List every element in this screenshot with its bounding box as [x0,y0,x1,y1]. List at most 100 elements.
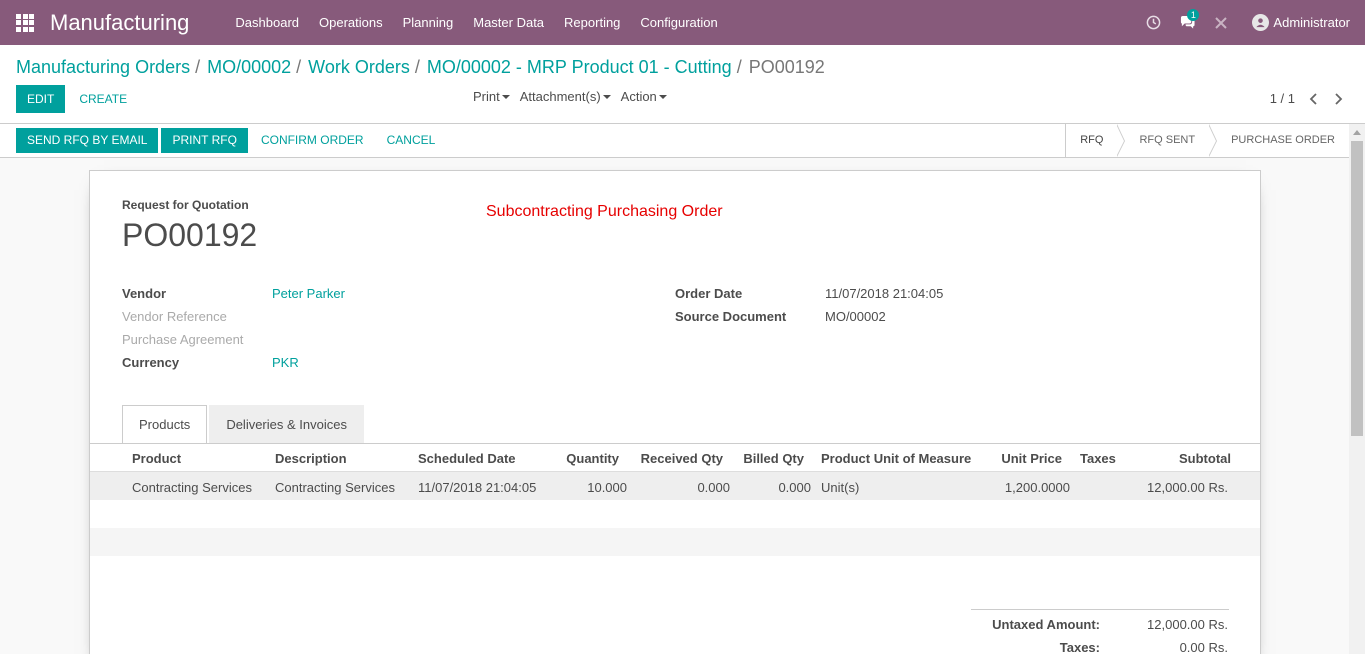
column-subtotal[interactable]: Subtotal [1130,451,1231,466]
taxes-label: Taxes: [1059,640,1100,654]
messaging-button[interactable]: 1 [1170,0,1204,45]
breadcrumb-separator: / [195,57,201,77]
column-product[interactable]: Product [132,451,181,466]
breadcrumb-manufacturing-orders[interactable]: Manufacturing Orders [16,57,190,78]
user-name: Administrator [1273,15,1350,30]
user-avatar-icon [1256,18,1266,28]
column-description[interactable]: Description [275,451,347,466]
column-billed-qty[interactable]: Billed Qty [730,451,804,466]
currency-field[interactable]: PKR [272,355,299,370]
breadcrumb-separator: / [736,57,742,77]
stage-purchase-order[interactable]: Purchase Order [1208,124,1349,157]
print-rfq-button[interactable]: Print RFQ [161,128,248,153]
control-panel: Manufacturing Orders / MO/00002/ Work Ord… [0,45,1365,124]
pager: 1 / 1 [1270,91,1343,106]
breadcrumb-separator: / [414,57,420,77]
status-bar: Send RFQ by Email Print RFQ Confirm Orde… [0,124,1349,158]
send-rfq-email-button[interactable]: Send RFQ by Email [16,128,159,153]
row-uom: Unit(s) [821,480,860,495]
edit-button[interactable]: Edit [16,85,66,113]
table-row[interactable]: Contracting Services Contracting Service… [90,472,1260,500]
totals-divider [971,609,1229,610]
chevron-left-icon[interactable] [1309,92,1319,105]
order-lines-header: Product Description Scheduled Date Quant… [90,444,1260,472]
print-dropdown[interactable]: Print [473,89,510,104]
empty-row [90,528,1260,556]
page-scrollbar[interactable] [1349,124,1365,654]
form-sheet: Request for Quotation PO00192 Subcontrac… [89,170,1261,654]
menu-planning[interactable]: Planning [393,0,464,45]
scroll-thumb[interactable] [1351,141,1363,436]
column-unit-price[interactable]: Unit Price [982,451,1062,466]
action-dropdown[interactable]: Action [621,89,667,104]
breadcrumb-work-orders[interactable]: Work Orders [308,57,410,78]
column-quantity[interactable]: Quantity [549,451,619,466]
action-label: Action [620,89,657,104]
row-description: Contracting Services [275,480,395,495]
row-billed-qty: 0.000 [778,480,811,495]
row-received-qty: 0.000 [697,480,730,495]
apps-menu-button[interactable] [0,0,50,45]
activity-button[interactable] [1136,0,1170,45]
attachments-dropdown[interactable]: Attachment(s) [520,89,611,104]
cancel-button[interactable]: Cancel [377,128,446,153]
order-date-field: 11/07/2018 21:04:05 [825,286,944,301]
top-navbar: Manufacturing Dashboard Operations Plann… [0,0,1365,45]
chevron-right-icon[interactable] [1333,92,1343,105]
row-scheduled-date: 11/07/2018 21:04:05 [418,480,537,495]
sidebar-actions: Print Attachment(s) Action [473,89,667,104]
source-document-field: MO/00002 [825,309,886,324]
column-taxes[interactable]: Taxes [1080,451,1116,466]
untaxed-amount-value: 12,000.00 Rs. [1147,617,1228,632]
tab-products[interactable]: Products [122,405,208,444]
confirm-order-button[interactable]: Confirm Order [251,128,374,153]
notebook-tabs: Products Deliveries & Invoices [122,405,366,444]
apps-grid-icon [16,13,34,32]
tab-deliveries-invoices[interactable]: Deliveries & Invoices [209,405,364,444]
chat-count-badge: 1 [1187,9,1200,21]
row-subtotal: 12,000.00 Rs. [1147,480,1228,495]
currency-label: Currency [122,355,180,370]
vendor-label: Vendor [122,286,167,301]
document-name: PO00192 [122,217,258,253]
untaxed-amount-label: Untaxed Amount: [992,617,1100,632]
subcontracting-note: Subcontracting Purchasing Order [486,203,723,220]
column-uom[interactable]: Product Unit of Measure [821,451,971,466]
taxes-value: 0.00 Rs. [1179,640,1228,654]
menu-master-data[interactable]: Master Data [463,0,554,45]
create-button[interactable]: Create [69,85,137,113]
source-document-label: Source Document [675,309,787,324]
pager-value[interactable]: 1 / 1 [1270,91,1295,106]
breadcrumb-work-order[interactable]: MO/00002 - MRP Product 01 - Cutting [427,57,732,78]
column-received-qty[interactable]: Received Qty [625,451,723,466]
menu-operations[interactable]: Operations [309,0,393,45]
breadcrumb-current: PO00192 [748,57,825,77]
breadcrumb-mo[interactable]: MO/00002 [207,57,291,78]
vendor-field[interactable]: Peter Parker [272,286,345,301]
menu-reporting[interactable]: Reporting [554,0,630,45]
stage-pipeline: RFQ RFQ Sent Purchase Order [1065,124,1349,157]
stage-rfq[interactable]: RFQ [1066,124,1117,157]
order-date-label: Order Date [675,286,743,301]
tools-button[interactable] [1204,0,1238,45]
menu-dashboard[interactable]: Dashboard [225,0,309,45]
app-title: Manufacturing [50,9,190,35]
document-type-label: Request for Quotation [122,198,249,212]
caret-down-icon [658,94,667,99]
stage-rfq-sent[interactable]: RFQ Sent [1116,124,1209,157]
breadcrumb-separator: / [296,57,302,77]
menu-configuration[interactable]: Configuration [630,0,727,45]
empty-row [90,500,1260,528]
main-menu: Dashboard Operations Planning Master Dat… [225,0,727,45]
attachments-label: Attachment(s) [519,89,601,104]
tools-icon [1215,16,1228,29]
scroll-up-arrow-icon[interactable] [1349,124,1365,140]
avatar [1252,14,1270,31]
user-menu[interactable]: Administrator [1252,14,1350,31]
purchase-agreement-label: Purchase Agreement [122,332,244,347]
print-label: Print [473,89,500,104]
row-quantity: 10.000 [587,480,627,495]
clock-icon [1146,15,1161,30]
row-product: Contracting Services [132,480,252,495]
column-scheduled-date[interactable]: Scheduled Date [418,451,516,466]
